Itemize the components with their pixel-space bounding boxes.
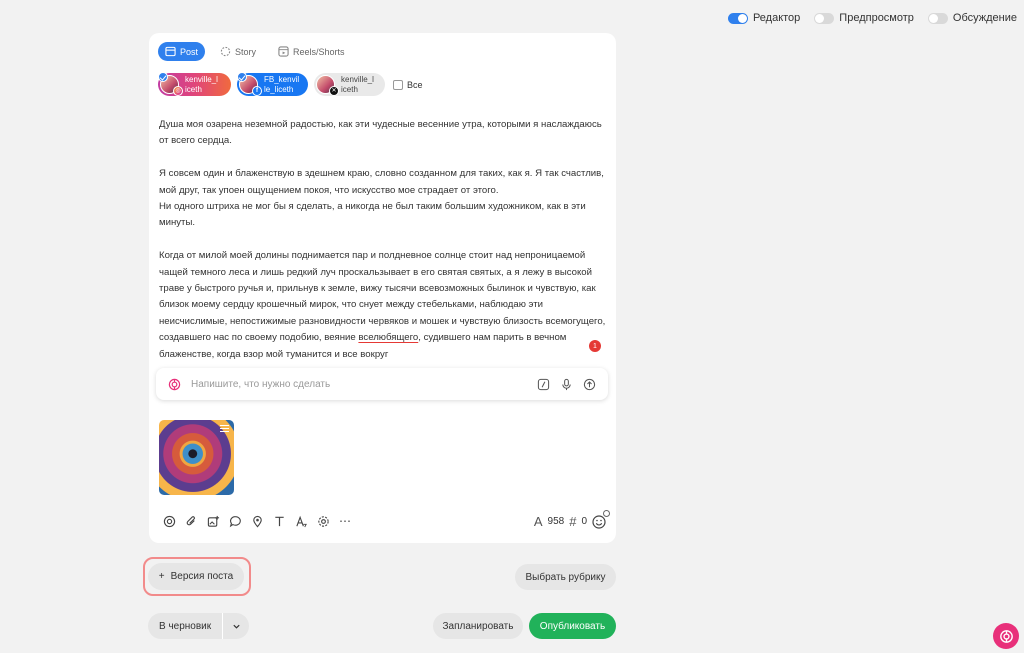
more-icon[interactable]: ⋯ <box>338 514 352 528</box>
select-all-checkbox[interactable] <box>393 79 403 90</box>
post-type-tabs: Post Story Reels/Shorts <box>158 42 352 61</box>
account-selector: ◎ kenville_l iceth f FB_kenvil le_liceth ✕… <box>158 72 423 96</box>
tab-post[interactable]: Post <box>158 42 206 61</box>
account-facebook[interactable]: f FB_kenvil le_liceth <box>237 72 308 96</box>
ai-assistant-icon[interactable] <box>162 514 176 528</box>
mode-preview-label: Предпросмотр <box>839 12 914 24</box>
attachment-icon[interactable] <box>184 514 198 528</box>
ai-assistant-fab[interactable] <box>993 623 1019 649</box>
mode-editor-label: Редактор <box>752 12 801 24</box>
hashtag-icon: # <box>569 514 577 529</box>
account-instagram-name: kenville_l iceth <box>185 74 218 94</box>
char-count: 958 <box>547 516 565 527</box>
tab-reels[interactable]: Reels/Shorts <box>271 42 352 61</box>
select-all-label: Все <box>407 79 423 90</box>
plus-icon: + <box>158 571 165 582</box>
ai-assistant-icon <box>999 629 1013 643</box>
selected-check-icon <box>158 72 168 82</box>
emoji-settings-icon[interactable] <box>603 509 610 517</box>
misspelled-word[interactable]: вселюбящего <box>358 332 418 343</box>
slash-command-icon[interactable] <box>537 378 550 391</box>
account-x-name: kenville_l iceth <box>341 74 374 94</box>
location-icon[interactable] <box>250 514 264 528</box>
add-image-icon[interactable] <box>206 514 220 528</box>
post-icon <box>165 46 176 57</box>
schedule-button[interactable]: Запланировать <box>433 613 523 639</box>
preview-toggle[interactable] <box>814 12 835 24</box>
tab-post-label: Post <box>180 46 199 57</box>
settings-icon[interactable] <box>316 514 330 528</box>
ai-prompt-field[interactable]: Напишите, что нужно сделать <box>156 368 608 400</box>
send-icon[interactable] <box>583 378 596 391</box>
instagram-icon: ◎ <box>173 86 183 96</box>
attached-image[interactable] <box>159 420 234 495</box>
discussion-toggle[interactable] <box>927 12 948 24</box>
post-paragraph: Когда от милой моей долины поднимается п… <box>159 250 606 360</box>
choose-rubric-button[interactable]: Выбрать рубрику <box>515 564 616 590</box>
editor-toolbar: ⋯ <box>162 514 352 528</box>
schedule-label: Запланировать <box>442 620 514 632</box>
image-menu-icon[interactable] <box>220 425 229 432</box>
select-all[interactable]: Все <box>393 79 423 90</box>
tab-reels-label: Reels/Shorts <box>293 46 345 57</box>
add-version-button[interactable]: + Версия поста <box>148 563 244 590</box>
mode-editor[interactable]: Редактор <box>727 12 801 24</box>
spell-error-badge[interactable]: 1 <box>589 340 601 352</box>
tab-story[interactable]: Story <box>213 42 263 61</box>
text-format-icon[interactable] <box>272 514 286 528</box>
post-stats: A 958 # 0 <box>533 509 610 529</box>
hashtag-count: 0 <box>581 516 587 527</box>
post-paragraph: Я совсем один и блаженствую в здешнем кр… <box>159 168 604 229</box>
char-count-icon: A <box>533 514 543 529</box>
facebook-icon: f <box>252 86 262 96</box>
ai-prompt-placeholder: Напишите, что нужно сделать <box>191 378 331 390</box>
reels-icon <box>278 46 289 57</box>
selected-check-icon <box>237 72 247 82</box>
x-icon: ✕ <box>329 86 339 96</box>
choose-rubric-label: Выбрать рубрику <box>525 571 606 583</box>
account-x[interactable]: ✕ kenville_l iceth <box>314 73 385 96</box>
add-version-label: Версия поста <box>170 571 234 582</box>
save-draft-label: В черновик <box>159 620 212 632</box>
tab-story-label: Story <box>235 46 257 57</box>
mode-switcher: Редактор Предпросмотр Обсуждение <box>727 12 1017 24</box>
mode-discussion-label: Обсуждение <box>952 12 1017 24</box>
account-facebook-name: FB_kenvil le_liceth <box>264 74 300 94</box>
emoji-icon[interactable] <box>592 509 610 529</box>
mode-discussion[interactable]: Обсуждение <box>927 12 1017 24</box>
publish-label: Опубликовать <box>539 620 606 632</box>
post-editor-card: Post Story Reels/Shorts ◎ kenville_l icet… <box>149 33 616 543</box>
font-style-icon[interactable] <box>294 514 308 528</box>
account-instagram[interactable]: ◎ kenville_l iceth <box>158 72 231 96</box>
post-paragraph: Душа моя озарена неземной радостью, как … <box>159 119 602 147</box>
publish-button[interactable]: Опубликовать <box>529 613 616 639</box>
comment-icon[interactable] <box>228 514 242 528</box>
microphone-icon[interactable] <box>560 378 573 391</box>
save-draft-button[interactable]: В черновик <box>148 613 249 639</box>
mode-preview[interactable]: Предпросмотр <box>814 12 914 24</box>
ai-assistant-icon <box>168 378 181 390</box>
post-text-editor[interactable]: Душа моя озарена неземной радостью, как … <box>159 117 609 363</box>
editor-toggle[interactable] <box>727 12 748 24</box>
chevron-down-icon[interactable] <box>223 622 249 631</box>
story-icon <box>220 46 231 57</box>
